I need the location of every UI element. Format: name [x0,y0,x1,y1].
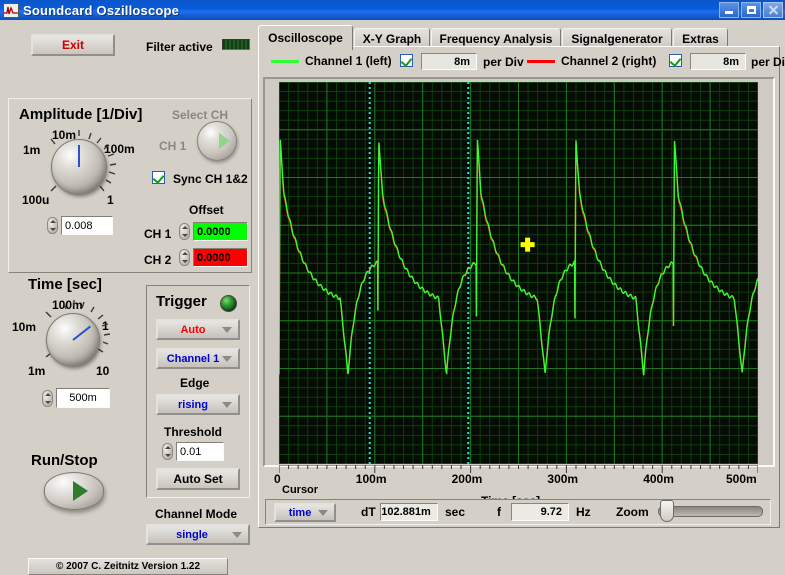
frequency-label: f [497,505,501,519]
amplitude-knob[interactable] [51,139,107,195]
select-ch-value: CH 1 [159,139,187,153]
channel2-color-swatch [527,60,555,63]
close-icon[interactable] [763,2,783,18]
chevron-down-icon [232,531,242,538]
trigger-threshold-field[interactable]: 0.01 [176,442,224,461]
trigger-mode-combo[interactable]: Auto [156,319,240,340]
channel2-label: Channel 2 (right) [561,54,657,68]
select-ch-pointer-icon [218,133,230,149]
auto-set-button[interactable]: Auto Set [156,468,240,490]
x-tick-label-4: 400m [643,472,674,486]
trigger-threshold-label: Threshold [164,425,223,439]
offset-title: Offset [189,203,224,217]
waveform-plot[interactable] [279,82,758,464]
chevron-down-icon [222,355,232,362]
sync-channels-label: Sync CH 1&2 [173,172,248,186]
channel2-per-div-field[interactable]: 8m [690,53,746,70]
trigger-mode-value: Auto [180,323,206,336]
trigger-panel: Trigger Auto Channel 1 Edge rising Thres… [146,285,250,498]
trigger-edge-combo[interactable]: rising [156,394,240,415]
window-client-area: Exit Filter active Amplitude [1/Div] 1m … [0,20,785,575]
x-axis-ticks [279,465,758,473]
cursor-mode-combo[interactable]: time [274,503,336,522]
waveform-plot-frame [263,77,775,473]
copyright-label: © 2007 C. Zeitnitz Version 1.22 [28,558,228,575]
amplitude-panel: Amplitude [1/Div] 1m 10m 100m 1 100u 0.0… [8,98,252,273]
x-tick-label-5: 500m [726,472,757,486]
dt-unit-label: sec [445,505,466,519]
maximize-icon[interactable] [741,2,761,18]
amplitude-value-spinner[interactable] [47,217,58,234]
trigger-led [220,295,237,312]
trigger-title: Trigger [156,293,207,310]
channel1-per-div-field[interactable]: 8m [421,53,477,70]
x-tick-label-0: 0 [274,472,281,486]
sync-channels-checkbox[interactable] [152,171,165,184]
filter-active-label: Filter active [146,40,213,54]
filter-active-indicator [222,39,250,50]
offset-ch1-spinner[interactable] [179,223,190,240]
channel1-enable-checkbox[interactable] [400,54,413,67]
cursor-mode-value: time [288,506,312,519]
offset-ch2-label: CH 2 [144,253,172,267]
offset-ch2-spinner[interactable] [179,249,190,266]
frequency-unit-label: Hz [576,505,591,519]
exit-button[interactable]: Exit [31,34,115,56]
oscilloscope-application: Soundcard Oszilloscope Exit Filter activ… [0,0,785,575]
frequency-field: 9.72 [511,503,569,521]
waveform-icon [3,2,19,18]
chevron-down-icon [318,509,328,516]
channel2-enable-checkbox[interactable] [669,54,682,67]
window-buttons [719,2,783,18]
tab-oscilloscope[interactable]: Oscilloscope [258,25,353,50]
amplitude-knob-needle [78,145,80,167]
cursor-label: Cursor [282,484,319,496]
trigger-edge-label: Edge [180,376,210,390]
select-ch-label: Select CH [172,108,229,122]
offset-ch2-field[interactable]: 0.0000 [193,248,248,267]
select-ch-knob[interactable] [197,121,237,161]
channel1-color-swatch [271,60,299,63]
time-value-field[interactable]: 500m [56,388,110,408]
x-tick-label-2: 200m [451,472,483,486]
x-tick-label-1: 100m [355,472,387,486]
amplitude-value-field[interactable]: 0.008 [61,216,113,235]
channel-mode-label: Channel Mode [155,507,238,521]
channel1-label: Channel 1 (left) [305,54,392,68]
dt-label: dT [361,505,376,519]
trigger-source-value: Channel 1 [166,352,220,365]
time-knob-needle [72,325,91,341]
oscilloscope-tab-panel: Channel 1 (left) 8m per Div Channel 2 (r… [258,46,785,528]
trigger-threshold-spinner[interactable] [162,443,173,460]
offset-ch1-label: CH 1 [144,227,172,241]
time-title: Time [sec] [28,276,102,293]
zoom-slider-thumb[interactable] [659,500,674,522]
offset-ch1-field[interactable]: 0.0000 [193,222,248,241]
minimize-icon[interactable] [719,2,739,18]
window-titlebar: Soundcard Oszilloscope [0,0,785,20]
window-title: Soundcard Oszilloscope [23,2,180,18]
trigger-edge-value: rising [178,398,208,411]
time-value-spinner[interactable] [42,390,53,407]
play-icon [72,481,88,501]
dt-field: 102.881m [380,503,438,521]
channel1-per-div-label: per Div [483,55,524,69]
time-knob[interactable] [46,313,100,367]
cursor-bar: Cursor time dT 102.881m sec f 9.72 Hz Zo… [265,484,771,525]
x-tick-label-3: 300m [547,472,579,486]
waveform-canvas [279,82,758,464]
run-stop-button[interactable] [44,472,104,510]
chevron-down-icon [222,326,232,333]
chevron-down-icon [222,401,232,408]
channel-mode-combo[interactable]: single [146,524,250,545]
trigger-source-combo[interactable]: Channel 1 [156,348,240,369]
channel-mode-value: single [176,528,208,541]
run-stop-label: Run/Stop [31,452,98,469]
amplitude-title: Amplitude [1/Div] [19,106,143,123]
channel2-per-div-label: per Div [751,55,785,69]
zoom-label: Zoom [616,505,649,519]
